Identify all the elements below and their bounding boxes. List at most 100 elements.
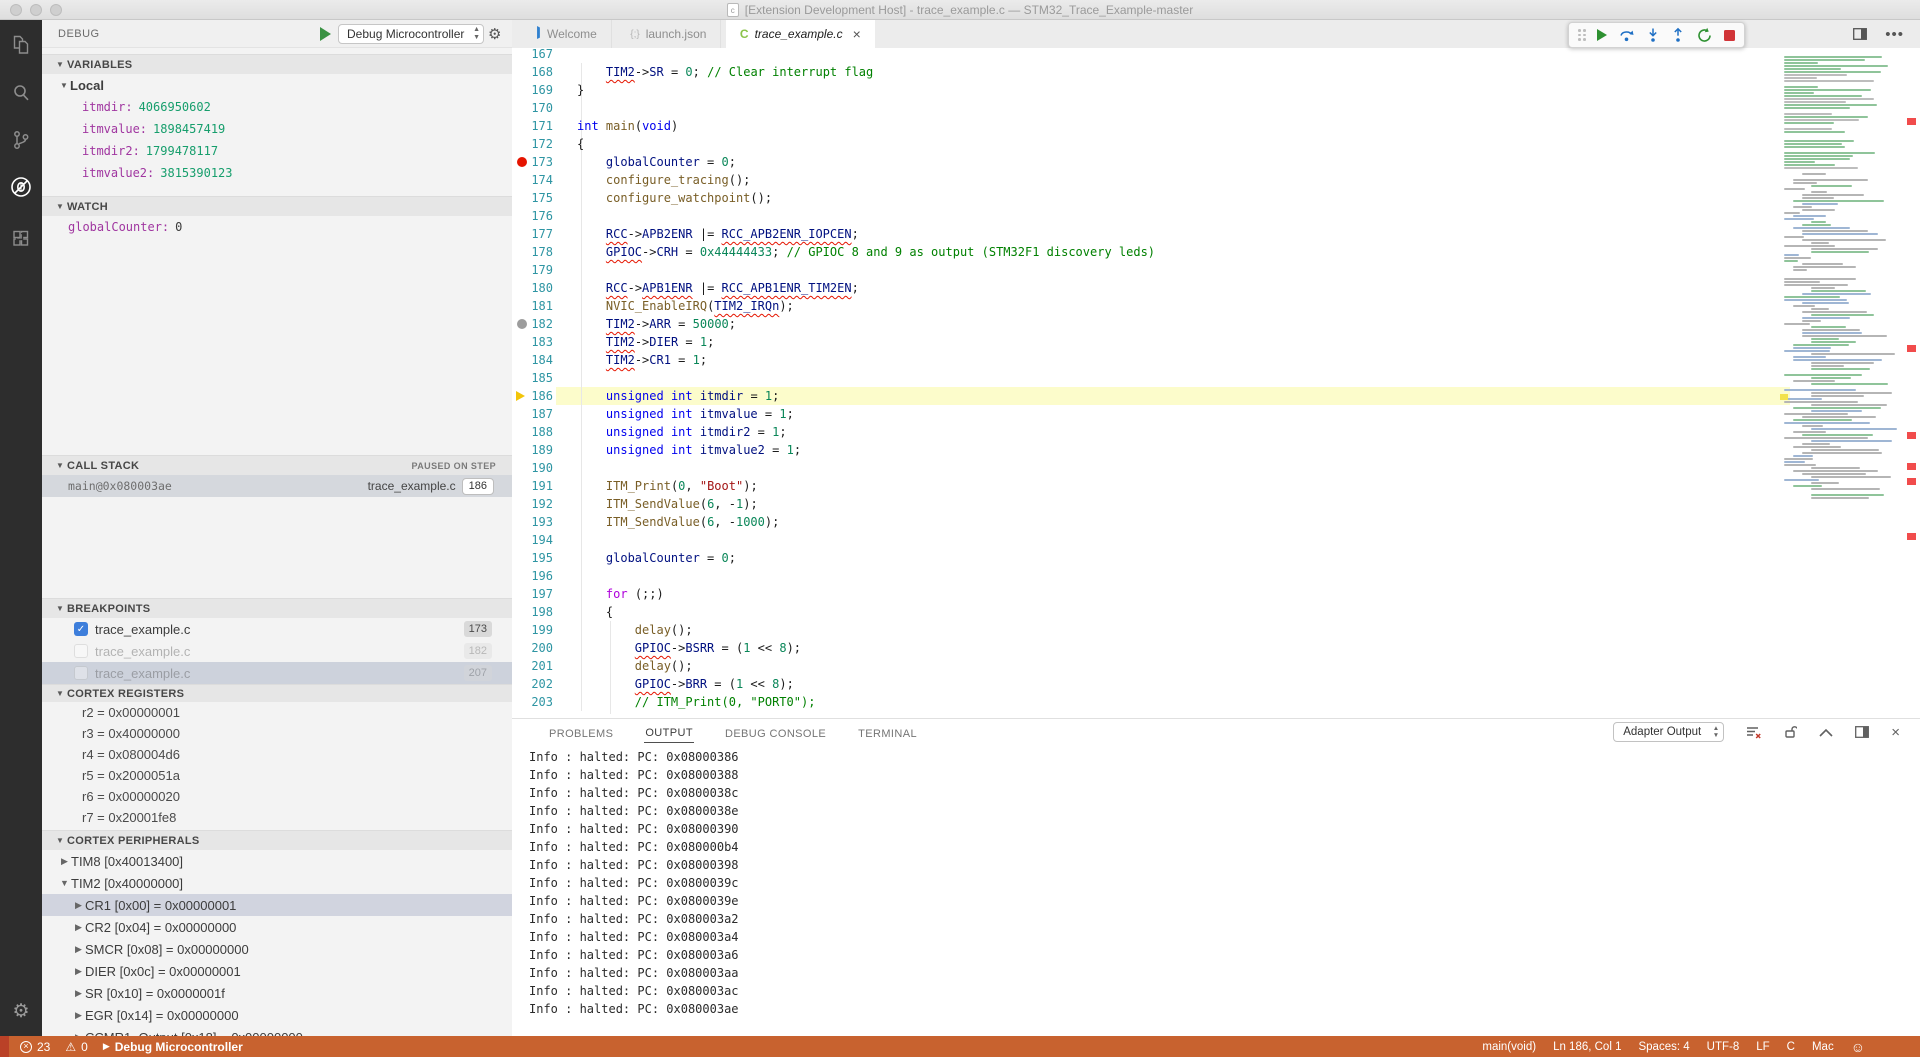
code-line[interactable]: // ITM_Print(0, "PORT0"); [577,693,815,711]
maximize-panel-icon[interactable] [1819,728,1833,737]
code-line[interactable]: int main(void) [577,117,678,135]
code-line[interactable]: configure_watchpoint(); [577,189,772,207]
chevron-right-icon[interactable]: ▶ [58,856,71,867]
code-line[interactable]: TIM2->DIER = 1; [577,333,714,351]
code-line[interactable]: TIM2->ARR = 50000; [577,315,736,333]
code-line[interactable]: unsigned int itmvalue2 = 1; [577,441,801,459]
sidebar-item-extensions[interactable] [0,224,42,258]
chevron-right-icon[interactable]: ▶ [72,1010,85,1021]
status-item[interactable]: C [1787,1041,1795,1053]
peripheral-row[interactable]: ▶CCMR1_Output [0x18] = 0x00000000 [42,1026,512,1036]
panel-tab-output[interactable]: OUTPUT [644,722,694,743]
cortex-peripherals-header[interactable]: ▼CORTEX PERIPHERALS [42,830,512,850]
peripheral-row[interactable]: ▶TIM8 [0x40013400] [42,850,512,872]
call-stack-section-header[interactable]: ▼CALL STACK PAUSED ON STEP [42,455,512,475]
step-out-button[interactable] [1671,27,1685,43]
breakpoint-row[interactable]: trace_example.c207 [42,662,512,684]
chevron-right-icon[interactable]: ▶ [72,966,85,977]
status-item[interactable]: Spaces: 4 [1638,1041,1689,1053]
code-line[interactable]: globalCounter = 0; [577,549,736,567]
disabled-breakpoint-dot[interactable] [517,319,527,329]
code-line[interactable]: TIM2->SR = 0; // Clear interrupt flag [577,63,873,81]
chevron-right-icon[interactable]: ▶ [72,922,85,933]
unlock-scroll-icon[interactable] [1784,725,1797,739]
code-line[interactable]: ITM_SendValue(6, -1); [577,495,758,513]
watch-section-header[interactable]: ▼WATCH [42,196,512,216]
drag-handle-icon[interactable] [1578,29,1586,41]
peripheral-row[interactable]: ▶DIER [0x0c] = 0x00000001 [42,960,512,982]
variables-section-header[interactable]: ▼VARIABLES [42,54,512,74]
breakpoint-dot[interactable] [517,157,527,167]
feedback-smiley-icon[interactable]: ☺ [1851,1039,1865,1055]
code-line[interactable]: delay(); [577,621,693,639]
code-line[interactable]: TIM2->CR1 = 1; [577,351,707,369]
breakpoint-checkbox[interactable] [74,666,88,680]
sidebar-item-search[interactable] [0,78,42,112]
variable-row[interactable]: itmdir2:1799478117 [42,140,512,162]
variables-scope-row[interactable]: ▼Local [42,74,512,96]
chevron-right-icon[interactable]: ▶ [72,944,85,955]
chevron-right-icon[interactable]: ▶ [72,900,85,911]
debug-config-select[interactable]: Debug Microcontroller ▲▼ [338,24,484,44]
sidebar-item-debug[interactable] [0,172,42,206]
watch-row[interactable]: globalCounter:0 [42,216,512,238]
code-line[interactable]: for (;;) [577,585,664,603]
status-item[interactable]: LF [1756,1041,1769,1053]
status-item[interactable]: Mac [1812,1041,1834,1053]
breakpoints-section-header[interactable]: ▼BREAKPOINTS [42,598,512,618]
configure-gear-icon[interactable]: ⚙ [488,25,501,43]
breakpoint-checkbox[interactable]: ✓ [74,622,88,636]
tab-welcome[interactable]: Welcome [512,20,612,48]
code-line[interactable]: unsigned int itmdir = 1; [577,387,779,405]
minimap[interactable] [1780,48,1892,718]
status-item[interactable]: UTF-8 [1707,1041,1740,1053]
more-actions-icon[interactable]: ••• [1885,26,1904,43]
code-line[interactable]: GPIOC->CRH = 0x44444433; // GPIOC 8 and … [577,243,1155,261]
peripheral-row[interactable]: ▶EGR [0x14] = 0x00000000 [42,1004,512,1026]
overview-ruler[interactable] [1906,48,1918,718]
code-line[interactable]: { [577,135,584,153]
code-line[interactable]: unsigned int itmdir2 = 1; [577,423,787,441]
panel-tab-problems[interactable]: PROBLEMS [548,723,614,743]
chevron-down-icon[interactable]: ▼ [58,878,71,888]
variable-row[interactable]: itmdir:4066950602 [42,96,512,118]
panel-tab-terminal[interactable]: TERMINAL [857,723,918,743]
peripheral-row[interactable]: ▶CR2 [0x04] = 0x00000000 [42,916,512,938]
restart-button[interactable] [1696,27,1713,44]
variable-row[interactable]: itmvalue:1898457419 [42,118,512,140]
start-debugging-button[interactable] [320,27,331,41]
variable-row[interactable]: itmvalue2:3815390123 [42,162,512,184]
peripheral-row[interactable]: ▶SR [0x10] = 0x0000001f [42,982,512,1004]
sidebar-item-explorer[interactable] [0,30,42,64]
peripheral-row[interactable]: ▼TIM2 [0x40000000] [42,872,512,894]
register-row[interactable]: r5 = 0x2000051a [42,765,512,786]
debug-status-item[interactable]: ▶ Debug Microcontroller [103,1040,243,1054]
close-tab-icon[interactable]: × [853,26,861,42]
breakpoint-row[interactable]: ✓trace_example.c173 [42,618,512,640]
code-line[interactable]: GPIOC->BRR = (1 << 8); [577,675,794,693]
register-row[interactable]: r2 = 0x00000001 [42,702,512,723]
peripheral-row[interactable]: ▶SMCR [0x08] = 0x00000000 [42,938,512,960]
clear-output-icon[interactable] [1746,726,1762,739]
continue-button[interactable] [1597,29,1607,41]
split-editor-icon[interactable] [1853,28,1867,40]
step-into-button[interactable] [1646,27,1660,43]
status-item[interactable]: Ln 186, Col 1 [1553,1041,1621,1053]
register-row[interactable]: r7 = 0x20001fe8 [42,807,512,828]
code-line[interactable]: RCC->APB1ENR |= RCC_APB1ENR_TIM2EN; [577,279,859,297]
sidebar-item-source-control[interactable] [0,125,42,159]
stop-button[interactable] [1724,30,1735,41]
code-line[interactable]: RCC->APB2ENR |= RCC_APB2ENR_IOPCEN; [577,225,859,243]
register-row[interactable]: r3 = 0x40000000 [42,723,512,744]
code-line[interactable]: GPIOC->BSRR = (1 << 8); [577,639,801,657]
step-over-button[interactable] [1618,27,1635,43]
register-row[interactable]: r4 = 0x080004d6 [42,744,512,765]
tab-trace-example[interactable]: C trace_example.c × [726,20,875,48]
code-line[interactable]: { [577,603,613,621]
code-line[interactable]: } [577,81,584,99]
code-line[interactable]: NVIC_EnableIRQ(TIM2_IRQn); [577,297,794,315]
code-line[interactable]: unsigned int itmvalue = 1; [577,405,794,423]
code-line[interactable]: configure_tracing(); [577,171,750,189]
code-line[interactable]: ITM_Print(0, "Boot"); [577,477,758,495]
output-log[interactable]: Info : halted: PC: 0x08000386Info : halt… [512,746,1920,1036]
